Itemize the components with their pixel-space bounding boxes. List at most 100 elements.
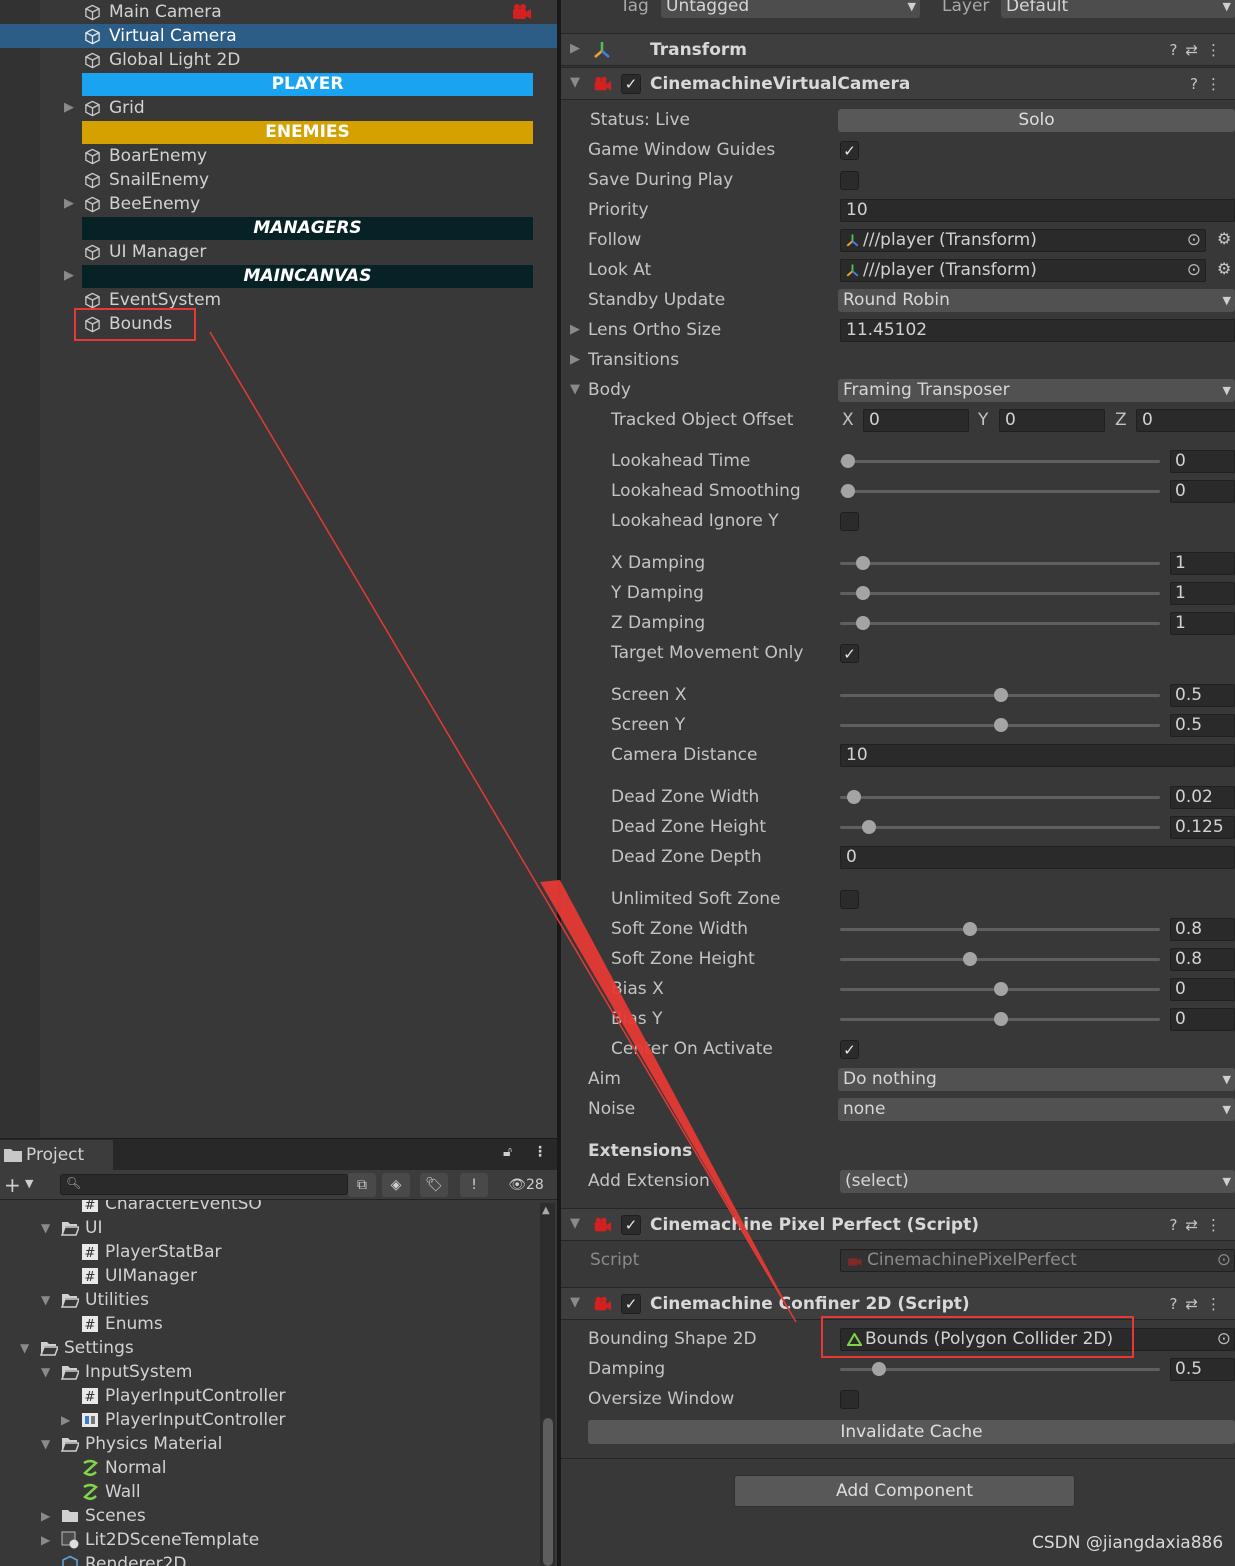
target-movement-only-checkbox[interactable]: ✓ [840,644,859,663]
offset-z-input[interactable]: 0 [1136,409,1235,432]
pixel-perfect-enabled-checkbox[interactable]: ✓ [621,1215,641,1235]
project-tree-item[interactable]: # UIManager [0,1264,540,1288]
bias-x-slider-knob[interactable] [994,982,1008,996]
dead-zone-width-slider-knob[interactable] [847,790,862,804]
search-scope-button[interactable]: ⧉ [348,1173,376,1197]
lookahead-time-slider-knob[interactable] [841,454,855,468]
hierarchy-item-virtual-camera[interactable]: Virtual Camera [0,24,557,48]
project-tree-item[interactable]: # PlayerInputController [0,1384,540,1408]
hidden-packages-toggle[interactable]: 👁︎28 [500,1173,552,1197]
priority-input[interactable]: 10 [840,199,1235,222]
dead-zone-height-input[interactable]: 0.125 [1170,816,1235,839]
project-tab[interactable]: Project [0,1140,113,1170]
project-tree-item[interactable]: Renderer2D [0,1552,540,1566]
chevron-down-icon[interactable]: ▼ [25,1177,33,1190]
project-search-input[interactable]: 🔍︎ [60,1174,348,1195]
dead-zone-height-slider[interactable] [840,826,1160,829]
collapse-arrow-icon[interactable]: ▼ [41,1288,55,1312]
unlimited-soft-zone-checkbox[interactable] [840,890,859,909]
save-during-play-checkbox[interactable] [840,171,859,190]
lock-icon[interactable]: 🔓︎ [503,1144,512,1160]
soft-zone-height-slider-knob[interactable] [963,952,978,966]
expand-arrow-icon[interactable]: ▶ [570,345,580,375]
hierarchy-item-beeenemy[interactable]: ▶ BeeEnemy [0,192,557,216]
hierarchy-header-managers[interactable]: MANAGERS [0,216,557,240]
collapse-arrow-icon[interactable]: ▼ [41,1432,55,1456]
expand-arrow-icon[interactable]: ▶ [64,192,78,216]
component-tools-icons[interactable]: ?⇄⋮ [1169,1288,1229,1321]
project-tree-item[interactable]: Normal [0,1456,540,1480]
hierarchy-item-global-light-2d[interactable]: Global Light 2D [0,48,557,72]
hierarchy-item-grid[interactable]: ▶ Grid [0,96,557,120]
confiner-damping-knob[interactable] [872,1362,886,1376]
create-plus-icon[interactable]: + [4,1173,21,1197]
collapse-arrow-icon[interactable]: ▼ [41,1360,55,1384]
soft-zone-height-slider[interactable] [840,958,1160,961]
project-tree-item[interactable]: ▶ Scenes [0,1504,540,1528]
screen-y-input[interactable]: 0.5 [1170,714,1235,737]
expand-arrow-icon[interactable]: ▶ [64,264,78,288]
screen-x-slider-knob[interactable] [994,688,1008,702]
layer-dropdown[interactable]: Default ▼ [1001,0,1235,18]
gear-icon[interactable]: ⚙ [1217,259,1231,278]
expand-arrow-icon[interactable]: ▶ [570,315,580,345]
y-damping-input[interactable]: 1 [1170,582,1235,605]
project-tree-item[interactable]: ▼ InputSystem [0,1360,540,1384]
x-damping-input[interactable]: 1 [1170,552,1235,575]
collapse-arrow-icon[interactable]: ▼ [570,75,580,90]
soft-zone-width-input[interactable]: 0.8 [1170,918,1235,941]
y-damping-slider-knob[interactable] [856,586,871,600]
x-damping-slider[interactable] [840,562,1160,565]
look-at-object-field[interactable]: ///player (Transform) ⊙ [840,259,1206,282]
expand-arrow-icon[interactable]: ▶ [41,1504,55,1528]
hierarchy-item-main-camera[interactable]: Main Camera [0,0,557,24]
x-damping-slider-knob[interactable] [856,556,871,570]
expand-arrow-icon[interactable]: ▶ [64,96,78,120]
collapse-arrow-icon[interactable]: ▼ [570,1295,580,1310]
component-tools-icons[interactable]: ?⋮ [1190,68,1229,101]
z-damping-slider[interactable] [840,622,1160,625]
soft-zone-height-input[interactable]: 0.8 [1170,948,1235,971]
dead-zone-height-slider-knob[interactable] [862,820,877,834]
oversize-window-checkbox[interactable] [840,1390,859,1409]
project-tree-item[interactable]: # Enums [0,1312,540,1336]
collapse-arrow-icon[interactable]: ▼ [570,1216,580,1231]
object-picker-icon[interactable]: ⊙ [1217,1329,1231,1350]
gear-icon[interactable]: ⚙ [1217,229,1231,248]
soft-zone-width-slider[interactable] [840,928,1160,931]
screen-y-slider-knob[interactable] [994,718,1008,732]
screen-x-input[interactable]: 0.5 [1170,684,1235,707]
lookahead-smoothing-slider[interactable] [840,490,1160,493]
hierarchy-header-enemies[interactable]: ENEMIES [0,120,557,144]
collapse-arrow-icon[interactable]: ▼ [41,1216,55,1240]
project-tree-item[interactable]: ▼ Settings [0,1336,540,1360]
lookahead-ignore-y-checkbox[interactable] [840,512,859,531]
project-tree-item[interactable]: ▼ UI [0,1216,540,1240]
project-tree-item[interactable]: ▼ Utilities [0,1288,540,1312]
standby-dropdown[interactable]: Round Robin ▼ [838,289,1235,312]
add-extension-dropdown[interactable]: (select) ▼ [840,1170,1235,1193]
status-solo-button[interactable]: Solo [838,109,1235,132]
vcam-component-header[interactable]: ▼ ✓ CinemachineVirtualCamera ?⋮ [561,67,1235,100]
bias-y-input[interactable]: 0 [1170,1008,1235,1031]
project-tree-item[interactable]: # CharacterEventSO [0,1200,540,1216]
body-dropdown[interactable]: Framing Transposer ▼ [838,379,1235,402]
hierarchy-header-maincanvas[interactable]: ▶ MAINCANVAS [0,264,557,288]
log-issues-button[interactable]: ! [460,1173,488,1197]
transform-component-header[interactable]: ▶ Transform ?⇄⋮ [561,33,1235,66]
camera-distance-input[interactable]: 10 [840,744,1235,767]
tag-dropdown[interactable]: Untagged ▼ [661,0,920,18]
object-picker-icon[interactable]: ⊙ [1187,230,1201,251]
offset-y-input[interactable]: 0 [999,409,1105,432]
dead-zone-width-slider[interactable] [840,796,1160,799]
confiner-damping-slider[interactable] [840,1368,1160,1371]
lookahead-smoothing-slider-knob[interactable] [841,484,855,498]
filter-by-label-button[interactable]: 🏷︎ [420,1173,448,1197]
vcam-enabled-checkbox[interactable]: ✓ [621,74,641,94]
lookahead-time-input[interactable]: 0 [1170,450,1235,473]
expand-arrow-icon[interactable]: ▶ [61,1408,75,1432]
lookahead-smoothing-input[interactable]: 0 [1170,480,1235,503]
object-picker-icon[interactable]: ⊙ [1187,260,1201,281]
follow-object-field[interactable]: ///player (Transform) ⊙ [840,229,1206,252]
hierarchy-item-boarenemy[interactable]: BoarEnemy [0,144,557,168]
